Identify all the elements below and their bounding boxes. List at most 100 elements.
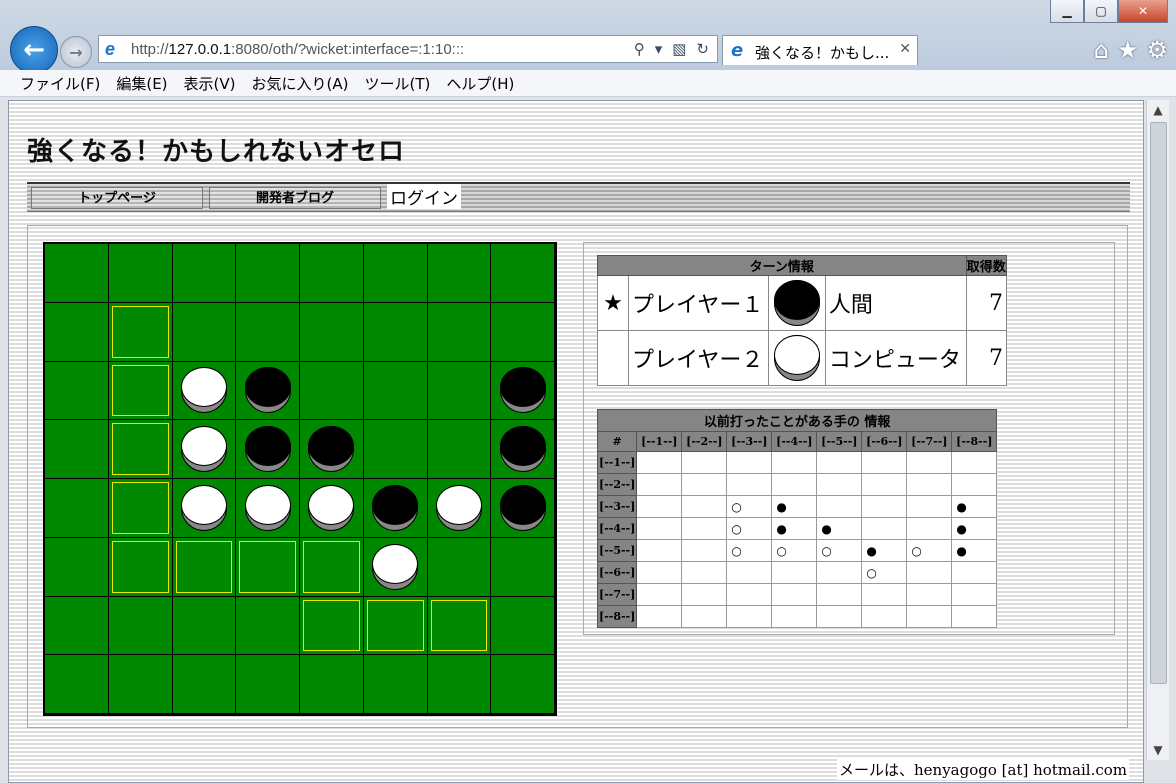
board-cell[interactable] [236, 479, 300, 538]
board-cell[interactable] [45, 420, 109, 479]
board-cell[interactable] [363, 479, 428, 538]
board-cell[interactable] [491, 420, 555, 479]
menu-favorites[interactable]: お気に入り(A) [252, 73, 349, 94]
search-icon[interactable]: ⚲ [634, 40, 645, 58]
dropdown-arrow-icon[interactable]: ▾ [655, 40, 663, 58]
board-cell[interactable] [363, 537, 428, 597]
board-cell[interactable] [427, 302, 492, 362]
login-link[interactable]: ログイン [387, 184, 461, 209]
board-cell-legal-move[interactable] [427, 596, 492, 656]
history-cell [906, 495, 953, 518]
board-cell[interactable] [45, 479, 109, 538]
board-cell[interactable] [236, 655, 300, 714]
board-cell[interactable] [172, 596, 237, 656]
board-cell[interactable] [172, 420, 237, 479]
history-cell [771, 561, 818, 584]
board-cell[interactable] [363, 361, 428, 421]
forward-arrow-icon[interactable]: → [60, 36, 92, 68]
browser-tab[interactable]: e 強くなる！かもし... ✕ [722, 35, 918, 65]
menu-view[interactable]: 表示(V) [184, 73, 236, 94]
scroll-down-arrow-icon[interactable]: ▼ [1147, 740, 1169, 760]
board-cell[interactable] [236, 596, 300, 656]
board-cell[interactable] [108, 655, 173, 714]
board-cell[interactable] [45, 537, 109, 597]
board-cell[interactable] [491, 361, 555, 421]
maximize-icon[interactable]: ▢ [1084, 0, 1118, 23]
board-cell[interactable] [172, 302, 237, 362]
board-cell[interactable] [491, 244, 555, 303]
menu-tools[interactable]: ツール(T) [364, 73, 430, 94]
board-cell-legal-move[interactable] [300, 596, 364, 656]
vertical-scrollbar[interactable]: ▲ ▼ [1146, 100, 1169, 760]
board-cell[interactable] [108, 244, 173, 303]
scroll-up-arrow-icon[interactable]: ▲ [1147, 100, 1169, 120]
board-cell[interactable] [45, 655, 109, 714]
favorites-star-icon[interactable]: ★ [1117, 36, 1139, 64]
board-cell[interactable] [300, 302, 364, 362]
menu-file[interactable]: ファイル(F) [20, 73, 100, 94]
tab-close-icon[interactable]: ✕ [899, 41, 911, 57]
minimize-icon[interactable]: ▁ [1050, 0, 1084, 23]
board-cell[interactable] [491, 302, 555, 362]
board-cell[interactable] [491, 655, 555, 714]
board-cell-legal-move[interactable] [108, 361, 173, 421]
board-cell[interactable] [45, 596, 109, 656]
refresh-icon[interactable]: ↻ [696, 40, 709, 58]
menu-help[interactable]: ヘルプ(H) [446, 73, 514, 94]
board-cell[interactable] [427, 655, 492, 714]
board-cell[interactable] [363, 302, 428, 362]
board-cell[interactable] [363, 655, 428, 714]
board-cell[interactable] [363, 420, 428, 479]
close-icon[interactable]: ✕ [1118, 0, 1168, 23]
turn-info-table: ターン情報 取得数 ★ プレイヤー１ 人間 7 プレイヤー２ コンピュータ 7 [597, 255, 1008, 386]
board-cell[interactable] [300, 479, 364, 538]
board-cell-legal-move[interactable] [108, 302, 173, 362]
board-cell[interactable] [300, 655, 364, 714]
scroll-thumb[interactable] [1150, 122, 1167, 684]
board-cell[interactable] [491, 537, 555, 597]
history-corner-header: # [596, 431, 638, 452]
top-page-link[interactable]: トップページ [31, 187, 203, 209]
board-cell-legal-move[interactable] [108, 537, 173, 597]
current-turn-star-icon: ★ [597, 275, 629, 331]
back-arrow-icon[interactable]: ← [10, 26, 58, 74]
board-cell[interactable] [300, 361, 364, 421]
board-cell[interactable] [491, 596, 555, 656]
board-cell[interactable] [236, 361, 300, 421]
board-cell[interactable] [300, 420, 364, 479]
settings-gear-icon[interactable]: ⚙ [1146, 36, 1168, 64]
board-cell[interactable] [427, 361, 492, 421]
board-cell[interactable] [45, 302, 109, 362]
board-cell[interactable] [427, 479, 492, 538]
board-cell[interactable] [363, 244, 428, 303]
board-cell-legal-move[interactable] [108, 479, 173, 538]
board-cell[interactable] [236, 302, 300, 362]
board-cell[interactable] [236, 244, 300, 303]
board-cell[interactable] [172, 361, 237, 421]
board-cell[interactable] [491, 479, 555, 538]
home-icon[interactable]: ⌂ [1094, 36, 1109, 64]
board-cell-legal-move[interactable] [236, 537, 300, 597]
board-cell-legal-move[interactable] [108, 420, 173, 479]
board-cell[interactable] [108, 596, 173, 656]
menu-edit[interactable]: 編集(E) [116, 73, 167, 94]
compat-view-icon[interactable]: ▧ [672, 40, 686, 58]
history-cell [681, 583, 728, 606]
board-cell-legal-move[interactable] [363, 596, 428, 656]
board-cell[interactable] [236, 420, 300, 479]
board-cell[interactable] [300, 244, 364, 303]
history-row: [--6--] ○ [596, 561, 998, 584]
board-cell[interactable] [172, 244, 237, 303]
board-cell[interactable] [427, 537, 492, 597]
board-cell[interactable] [172, 655, 237, 714]
dev-blog-link[interactable]: 開発者ブログ [209, 187, 381, 209]
address-bar[interactable]: e http://127.0.0.1:8080/oth/?wicket:inte… [98, 35, 718, 63]
board-cell-legal-move[interactable] [300, 537, 364, 597]
board-cell[interactable] [45, 361, 109, 421]
address-url[interactable]: http://127.0.0.1:8080/oth/?wicket:interf… [131, 41, 464, 58]
board-cell[interactable] [427, 244, 492, 303]
board-cell[interactable] [427, 420, 492, 479]
board-cell[interactable] [172, 479, 237, 538]
board-cell[interactable] [45, 244, 109, 303]
board-cell-legal-move[interactable] [172, 537, 237, 597]
